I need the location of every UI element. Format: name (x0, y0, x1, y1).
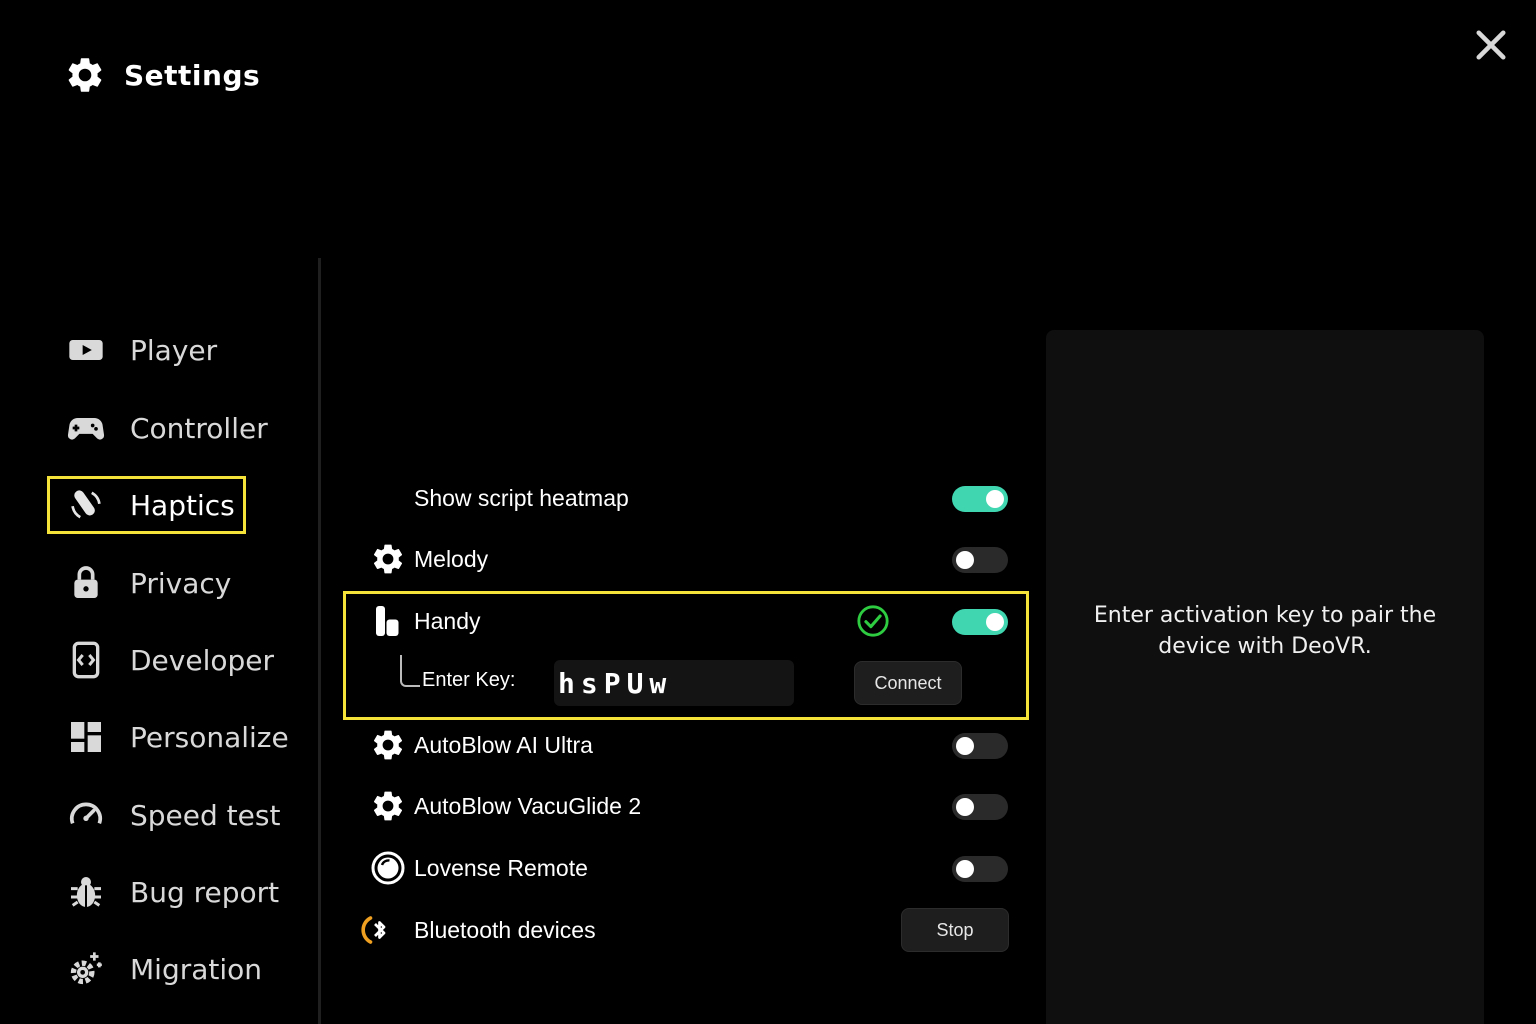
close-icon (1476, 30, 1506, 60)
sidebar-item-personalize[interactable]: Personalize (64, 709, 289, 765)
info-panel: Enter activation key to pair the device … (1046, 330, 1484, 1024)
sidebar-item-migration[interactable]: Migration (64, 941, 262, 997)
connect-button[interactable]: Connect (854, 661, 962, 705)
autoblow-vacuglide-toggle[interactable] (952, 794, 1008, 820)
dashboard-icon (64, 715, 108, 759)
device-row-lovense-remote: Lovense Remote (370, 843, 1010, 893)
speedometer-icon (64, 793, 108, 837)
sidebar-item-developer[interactable]: Developer (64, 632, 274, 688)
melody-toggle[interactable] (952, 547, 1008, 573)
toggle-knob (956, 798, 974, 816)
device-row-autoblow-ai-ultra: AutoBlow AI Ultra (370, 720, 1010, 770)
heatmap-toggle[interactable] (952, 486, 1008, 512)
active-item-highlight (47, 476, 246, 534)
handy-key-row: Enter Key: Connect (400, 655, 1000, 711)
toggle-knob (956, 737, 974, 755)
close-button[interactable] (1470, 24, 1512, 66)
bug-icon (64, 870, 108, 914)
gear-icon (370, 541, 406, 577)
lovense-icon (370, 850, 406, 886)
device-row-autoblow-vacuglide-2: AutoBlow VacuGlide 2 (370, 781, 1010, 831)
key-label: Enter Key: (422, 669, 516, 691)
sidebar: Player Controller Haptics Privacy Develo… (0, 0, 320, 1024)
migration-gear-icon (64, 947, 108, 991)
stop-button[interactable]: Stop (901, 908, 1009, 952)
device-row-melody: Melody (370, 534, 1010, 584)
gear-icon (370, 788, 406, 824)
gear-icon (370, 727, 406, 763)
activation-key-input[interactable] (554, 660, 794, 706)
autoblow-ai-ultra-toggle[interactable] (952, 733, 1008, 759)
haptics-settings: Show script heatmap Melody Handy AutoBlo… (340, 0, 1040, 1024)
toggle-knob (986, 490, 1004, 508)
lovense-remote-toggle[interactable] (952, 856, 1008, 882)
heatmap-row: Show script heatmap (370, 473, 1010, 523)
bluetooth-scan-icon (360, 912, 396, 948)
sidebar-item-privacy[interactable]: Privacy (64, 555, 231, 611)
sidebar-item-controller[interactable]: Controller (64, 400, 268, 456)
info-text: Enter activation key to pair the device … (1093, 603, 1437, 659)
code-icon (64, 638, 108, 682)
toggle-knob (956, 551, 974, 569)
play-icon (64, 328, 108, 372)
gamepad-icon (64, 406, 108, 450)
sidebar-item-speed-test[interactable]: Speed test (64, 787, 280, 843)
sidebar-item-player[interactable]: Player (64, 322, 217, 378)
sidebar-divider (318, 258, 321, 1024)
toggle-knob (956, 860, 974, 878)
sidebar-item-bug-report[interactable]: Bug report (64, 864, 279, 920)
lock-icon (64, 561, 108, 605)
tree-connector (400, 655, 420, 687)
